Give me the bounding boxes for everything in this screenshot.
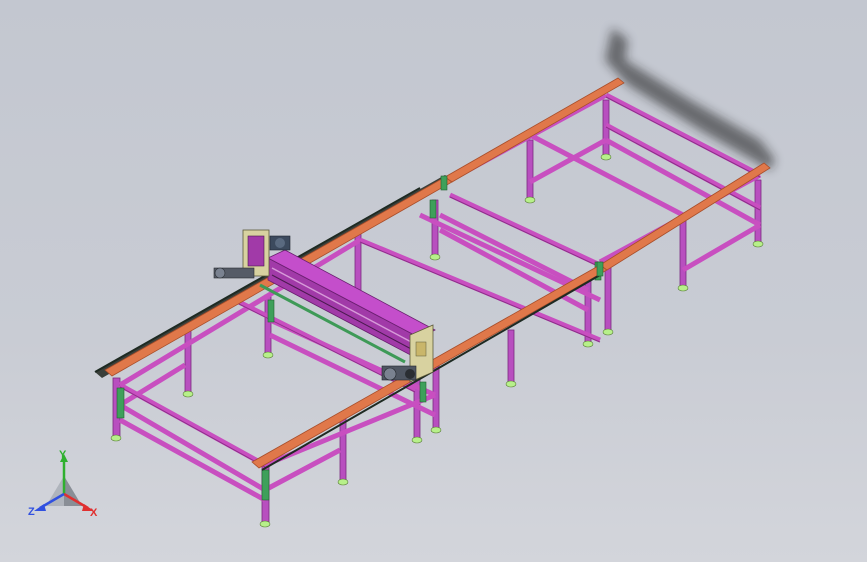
z-axis-label: Z	[28, 506, 35, 518]
y-axis-label: Y	[59, 449, 67, 461]
z-axis-arrow-icon	[34, 504, 46, 511]
axis-triad[interactable]: Y X Z	[24, 448, 104, 524]
rail-left	[94, 77, 625, 378]
cad-graphics-viewport[interactable]: Y X Z	[0, 0, 867, 562]
near-table-frame	[110, 199, 614, 528]
rail-right	[251, 162, 771, 471]
model-shadow	[605, 28, 775, 170]
gantry-table-model[interactable]	[0, 0, 867, 562]
x-axis-label: X	[90, 507, 98, 519]
